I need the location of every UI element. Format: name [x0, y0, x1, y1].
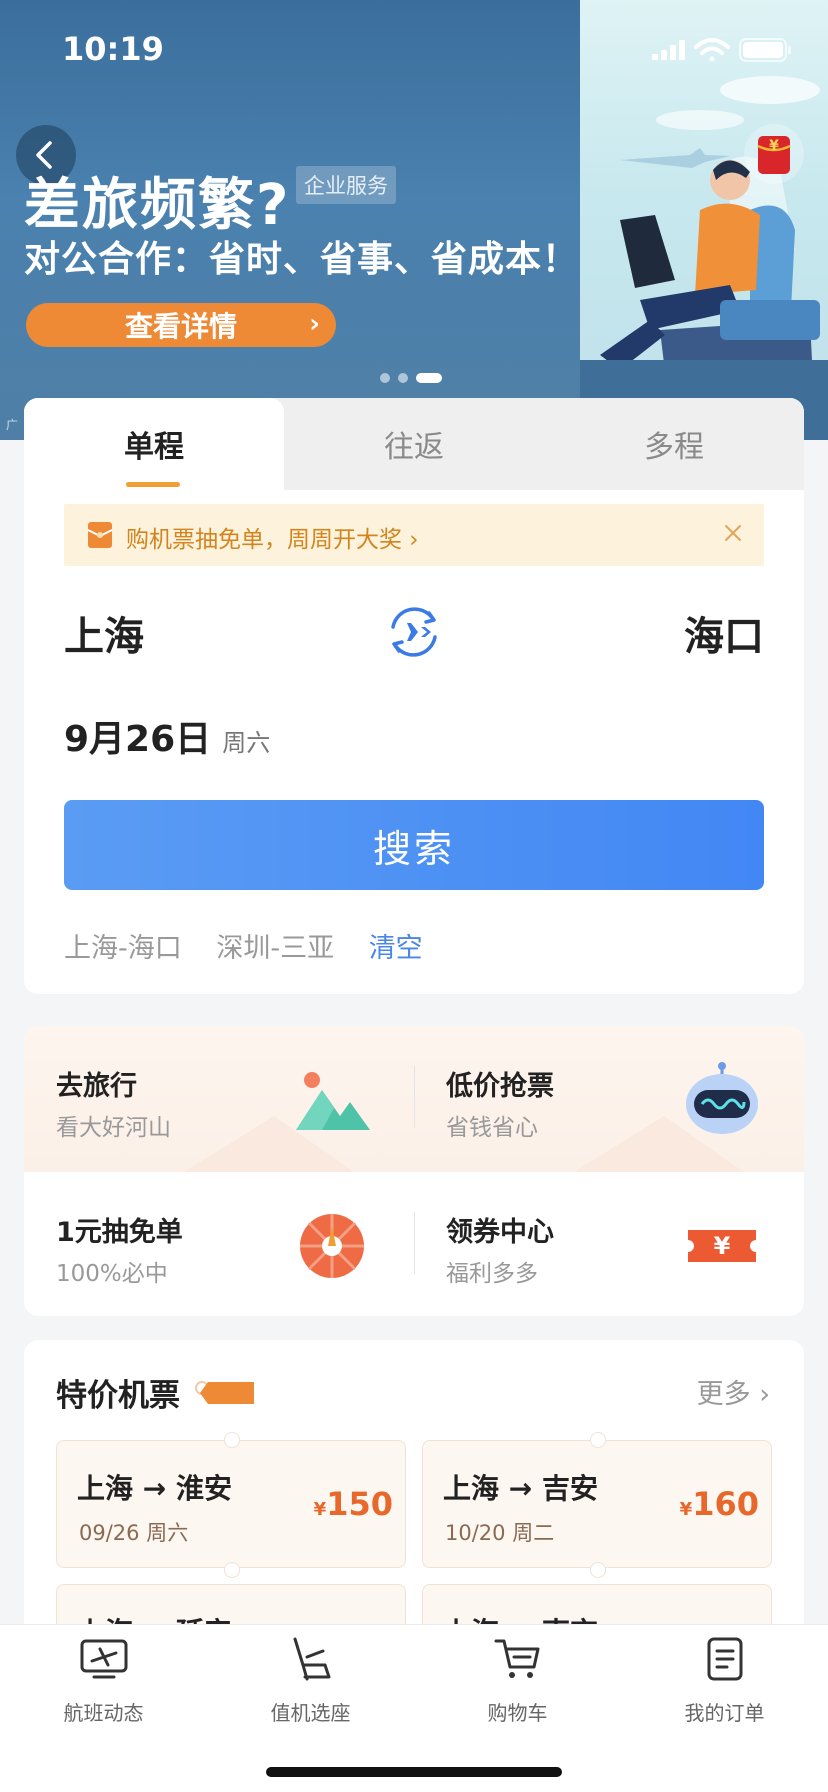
feature-travel[interactable]: 去旅行 看大好河山: [24, 1026, 414, 1170]
feature-grid: 去旅行 看大好河山 低价抢票 省钱省心 1元抽免单 100%必中 领券中心 福利…: [24, 1026, 804, 1316]
tab-label: 值机选座: [270, 1701, 351, 1725]
svg-text:¥: ¥: [714, 1232, 731, 1260]
wheel-icon: [300, 1214, 364, 1278]
wifi-icon: [694, 38, 730, 62]
fare-route: 上海 → 淮安: [77, 1472, 232, 1505]
tab-label: 往返: [384, 430, 444, 465]
promo-text: 购机票抽免单，周周开大奖 ›: [126, 527, 419, 553]
tab-label: 购物车: [487, 1701, 548, 1725]
ticket-notch: [224, 1562, 240, 1578]
tab-my-orders[interactable]: 我的订单: [621, 1625, 828, 1745]
status-bar: 10:19: [0, 0, 828, 100]
tab-label: 我的订单: [684, 1701, 765, 1725]
coupon-icon: ¥: [688, 1230, 756, 1262]
feature-title: 领券中心: [446, 1217, 554, 1248]
pagination-dot-active: [416, 373, 442, 383]
feature-subtitle: 福利多多: [446, 1261, 538, 1287]
fare-card[interactable]: 上海 → 吉安 10/20 周二 ¥160: [422, 1440, 772, 1568]
fare-date: 09/26 周六: [79, 1521, 189, 1545]
robot-icon: [686, 1062, 758, 1134]
price-tag-icon: [195, 1381, 254, 1404]
ad-label: 广: [6, 418, 19, 432]
mountain-icon: [296, 1072, 370, 1130]
tab-flight-status[interactable]: 航班动态: [0, 1625, 207, 1745]
gift-envelope-icon: [88, 522, 112, 548]
history-item[interactable]: 深圳-三亚: [216, 933, 334, 964]
feature-coupon-center[interactable]: 领券中心 福利多多 ¥: [414, 1172, 804, 1316]
date-weekday: 周六: [222, 729, 271, 757]
chevron-right-icon: ›: [309, 309, 320, 339]
fare-card[interactable]: 上海 → 淮安 09/26 周六 ¥150: [56, 1440, 406, 1568]
feature-subtitle: 省钱省心: [446, 1115, 538, 1141]
tab-label: 航班动态: [63, 1701, 144, 1725]
pagination-dot: [380, 373, 390, 383]
search-button[interactable]: 搜索: [64, 800, 764, 890]
status-icons: [628, 0, 828, 100]
tab-cart[interactable]: 购物车: [414, 1625, 621, 1745]
fare-route: 上海 → 吉安: [443, 1472, 598, 1505]
feature-title: 1元抽免单: [56, 1217, 183, 1248]
svg-text:¥: ¥: [769, 138, 779, 154]
flight-search-card: 单程 往返 多程 购机票抽免单，周周开大奖 › 上海 海口 9月26日 周六 搜…: [24, 398, 804, 994]
banner-subtitle: 对公合作：省时、省事、省成本！: [24, 239, 580, 280]
promo-notice[interactable]: 购机票抽免单，周周开大奖 ›: [64, 504, 764, 566]
section-title: 特价机票: [56, 1378, 180, 1414]
trip-type-tabs: 单程 往返 多程: [24, 398, 804, 490]
fare-date: 10/20 周二: [445, 1521, 555, 1545]
search-history: 上海-海口 深圳-三亚 清空: [64, 926, 449, 965]
pagination-dot: [398, 373, 408, 383]
history-item[interactable]: 上海-海口: [64, 933, 182, 964]
swap-cities-icon[interactable]: [385, 603, 443, 661]
tab-round-trip[interactable]: 往返: [284, 398, 544, 490]
view-details-label: 查看详情: [124, 310, 237, 343]
banner-tag: 企业服务: [296, 166, 396, 204]
orders-icon: [707, 1637, 743, 1681]
battery-icon: [739, 38, 791, 62]
signal-icon: [652, 40, 685, 60]
tab-multi-city[interactable]: 多程: [544, 398, 804, 490]
tab-label: 单程: [124, 430, 184, 465]
banner-pagination: [380, 373, 442, 383]
banner-title: 差旅频繁?: [24, 173, 291, 238]
departure-city[interactable]: 上海: [64, 604, 144, 662]
tab-check-in[interactable]: 值机选座: [207, 1625, 414, 1745]
cart-icon: [494, 1639, 540, 1678]
seat-icon: [293, 1637, 331, 1681]
ticket-notch: [224, 1432, 240, 1448]
special-fares-section: 特价机票 更多 › 上海 → 淮安 09/26 周六 ¥150 上海 → 吉安 …: [24, 1340, 804, 1640]
fare-price: ¥160: [679, 1485, 759, 1523]
feature-subtitle: 100%必中: [56, 1261, 168, 1287]
fare-price: ¥150: [313, 1485, 393, 1523]
ticket-notch: [590, 1432, 606, 1448]
feature-lucky-draw[interactable]: 1元抽免单 100%必中: [24, 1172, 414, 1316]
feature-low-price[interactable]: 低价抢票 省钱省心: [414, 1026, 804, 1170]
more-link[interactable]: 更多 ›: [697, 1372, 770, 1411]
ticket-notch: [590, 1562, 606, 1578]
promo-banner[interactable]: 10:19 ¥ 差旅频繁? 企业服务 对公合作：省时、省事、省成本！ 查看详情 …: [0, 0, 828, 440]
flight-status-icon: [80, 1639, 128, 1679]
status-time: 10:19: [62, 30, 164, 68]
departure-date[interactable]: 9月26日 周六: [64, 710, 270, 762]
arrival-city[interactable]: 海口: [684, 604, 764, 662]
view-details-button[interactable]: 查看详情 ›: [26, 303, 336, 347]
tab-label: 多程: [644, 430, 704, 465]
date-value: 9月26日: [64, 719, 212, 760]
close-icon[interactable]: [718, 518, 748, 548]
feature-title: 低价抢票: [446, 1071, 554, 1102]
feature-title: 去旅行: [56, 1071, 137, 1102]
tab-one-way[interactable]: 单程: [24, 398, 284, 490]
active-tab-indicator: [126, 482, 180, 487]
home-indicator: [266, 1767, 562, 1777]
feature-subtitle: 看大好河山: [56, 1115, 171, 1141]
clear-history-button[interactable]: 清空: [369, 933, 423, 964]
red-packet-icon[interactable]: ¥: [744, 124, 804, 184]
